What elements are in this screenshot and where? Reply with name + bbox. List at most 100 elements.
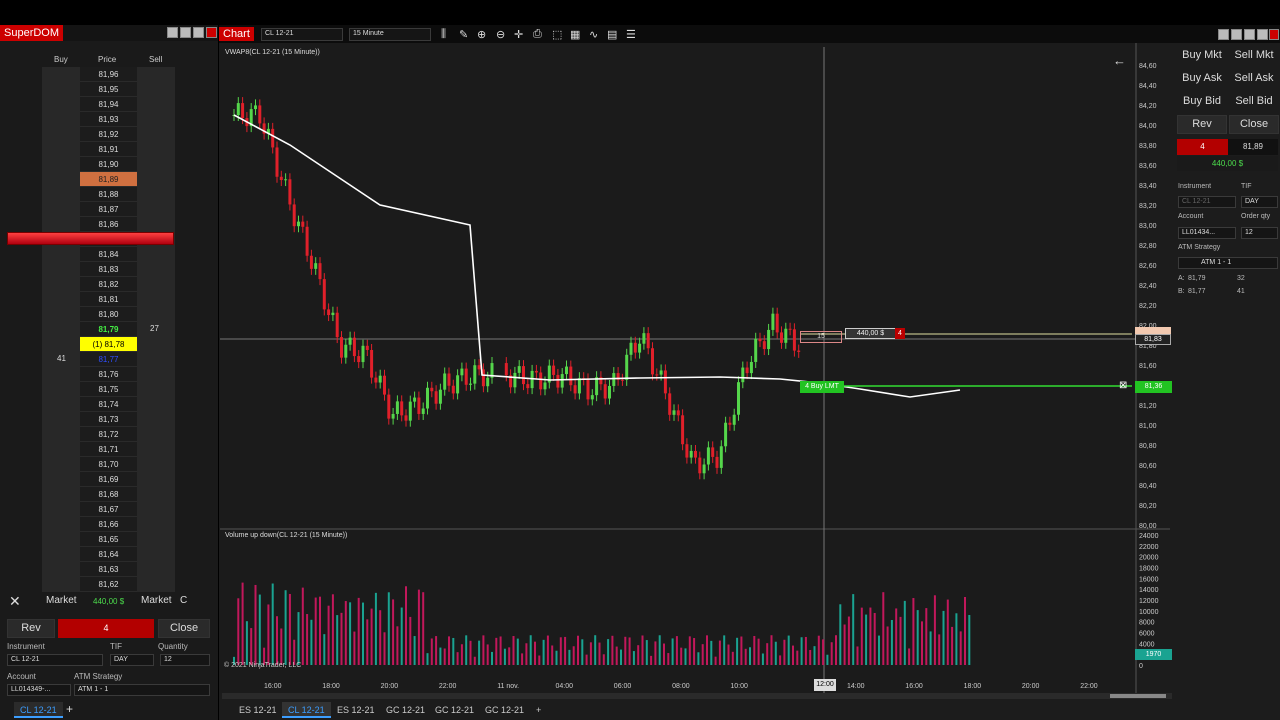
chart-tab[interactable]: GC 12-21 [380, 702, 431, 718]
price-ladder-row[interactable]: 81,73 [80, 412, 137, 427]
dom-add-tab-button[interactable]: + [66, 702, 73, 716]
chart-tab[interactable]: ES 12-21 [331, 702, 381, 718]
buy-market-button[interactable]: Buy Mkt [1177, 47, 1227, 66]
buy-bid-button[interactable]: Buy Bid [1177, 93, 1227, 112]
order-marker-bar[interactable] [7, 232, 174, 245]
price-ladder-row[interactable]: 81,66 [80, 517, 137, 532]
chart-tab[interactable]: CL 12-21 [282, 702, 331, 718]
price-ladder-row[interactable]: 81,77 [80, 352, 137, 367]
indicators-icon[interactable]: ∿ [589, 28, 598, 41]
chart-interval-select[interactable]: 15 Minute [349, 28, 431, 41]
chart-restore-icon[interactable] [1231, 29, 1242, 40]
sell-market-button[interactable]: Sell Mkt [1229, 47, 1279, 66]
price-ladder-row[interactable]: 81,74 [80, 397, 137, 412]
volume-bar [727, 644, 730, 665]
price-ladder-row[interactable]: 81,76 [80, 367, 137, 382]
price-ladder-row[interactable]: 81,90 [80, 157, 137, 172]
chart-instrument-select[interactable]: CL 12-21 [261, 28, 343, 41]
properties-icon[interactable]: ⬚ [552, 28, 562, 41]
zoom-in-icon[interactable]: ⊕ [477, 28, 486, 41]
price-ladder-row[interactable]: 81,63 [80, 562, 137, 577]
price-ladder-row[interactable]: 81,79 [80, 322, 137, 337]
horizontal-scrollbar[interactable] [222, 693, 1172, 699]
bar-type-icon[interactable]: ⫼ [441, 28, 446, 41]
price-ladder-row[interactable]: 81,95 [80, 82, 137, 97]
order-cancel-icon[interactable]: ⊠ [1119, 380, 1127, 391]
templates-icon[interactable]: ▦ [570, 28, 580, 41]
close-position-button[interactable]: Close [1229, 115, 1279, 134]
price-ladder-row[interactable]: 81,68 [80, 487, 137, 502]
op-account-select[interactable]: LL01434... [1178, 227, 1236, 239]
chart-canvas[interactable]: 84,60 84,40 84,20 84,00 83,80 83,60 83,40 83,20… [220, 43, 1180, 705]
buy-ask-button[interactable]: Buy Ask [1177, 70, 1227, 89]
dom-account-select[interactable]: LL014349-... [7, 684, 71, 696]
price-ladder-row[interactable]: 81,92 [80, 127, 137, 142]
price-ladder-row[interactable]: 81,65 [80, 532, 137, 547]
chart-tab[interactable]: GC 12-21 [479, 702, 530, 718]
dom-tif-select[interactable]: DAY [110, 654, 154, 666]
chart-tab[interactable]: GC 12-21 [429, 702, 480, 718]
buy-limit-order-tag[interactable]: 4 Buy LMT [800, 381, 844, 393]
price-ladder-row[interactable]: 81,81 [80, 292, 137, 307]
market-left[interactable]: Market [46, 595, 77, 606]
dom-quantity-field[interactable]: 12 [160, 654, 210, 666]
price-ladder[interactable]: 81,96 81,95 81,94 81,93 81,92 81,91 81,90 81,89… [80, 67, 137, 592]
op-order-qty-field[interactable]: 12 [1241, 227, 1278, 239]
crosshair-icon[interactable]: ✛ [514, 28, 523, 41]
dom-close-button[interactable]: Close [158, 619, 210, 638]
price-ladder-row[interactable]: 81,91 [80, 142, 137, 157]
op-atm-select[interactable]: ATM 1 - 1 [1178, 257, 1278, 269]
maximize-icon[interactable] [193, 27, 204, 38]
price-ladder-row[interactable]: 81,75 [80, 382, 137, 397]
price-ladder-row[interactable]: 81,86 [80, 217, 137, 232]
restore-icon[interactable] [180, 27, 191, 38]
dom-rev-button[interactable]: Rev [7, 619, 55, 638]
price-ladder-row[interactable]: 81,64 [80, 547, 137, 562]
price-ladder-row[interactable]: 81,80 [80, 307, 137, 322]
dom-tab-active[interactable]: CL 12-21 [14, 702, 63, 718]
dom-close-x-icon[interactable]: ✕ [9, 593, 21, 610]
price-ladder-row[interactable]: 81,96 [80, 67, 137, 82]
time-tick-label: 10:00 [730, 683, 748, 690]
price-ladder-row[interactable]: 81,89 [80, 172, 137, 187]
chart-maximize-icon[interactable] [1244, 29, 1255, 40]
data-box-icon[interactable]: ⎙ [533, 28, 542, 41]
price-ladder-row[interactable]: 81,69 [80, 472, 137, 487]
zoom-out-icon[interactable]: ⊖ [496, 28, 505, 41]
price-ladder-row[interactable]: 81,82 [80, 277, 137, 292]
market-right[interactable]: Market [141, 595, 172, 606]
reverse-button[interactable]: Rev [1177, 115, 1227, 134]
price-ladder-row[interactable]: 81,83 [80, 262, 137, 277]
list-icon[interactable]: ☰ [626, 28, 636, 41]
minimize-icon[interactable] [167, 27, 178, 38]
price-ladder-row[interactable]: 81,93 [80, 112, 137, 127]
price-ladder-row[interactable]: 81,70 [80, 457, 137, 472]
dom-instrument-select[interactable]: CL 12-21 [7, 654, 103, 666]
op-tif-select[interactable]: DAY [1241, 196, 1278, 208]
price-ladder-row[interactable]: 81,72 [80, 427, 137, 442]
price-ladder-row[interactable]: 81,67 [80, 502, 137, 517]
sell-bid-button[interactable]: Sell Bid [1229, 93, 1279, 112]
price-ladder-row[interactable]: (1) 81,78 [80, 337, 137, 352]
price-ladder-row[interactable]: 81,87 [80, 202, 137, 217]
stop-tag[interactable]: 15 [800, 331, 842, 343]
chart-extra-icon[interactable] [1257, 29, 1268, 40]
sell-ask-button[interactable]: Sell Ask [1229, 70, 1279, 89]
price-ladder-row[interactable]: 81,88 [80, 187, 137, 202]
price-ladder-row[interactable]: 81,62 [80, 577, 137, 592]
chart-tab[interactable]: ES 12-21 [233, 702, 283, 718]
price-ladder-row[interactable]: 81,84 [80, 247, 137, 262]
op-instrument-select[interactable]: CL 12-21 [1178, 196, 1236, 208]
back-arrow-icon[interactable]: ← [1113, 53, 1126, 68]
price-ladder-row[interactable]: 81,71 [80, 442, 137, 457]
add-chart-tab-button[interactable]: + [530, 702, 547, 718]
strategies-icon[interactable]: ▤ [607, 28, 617, 41]
close-window-icon[interactable] [206, 27, 217, 38]
dom-c-button[interactable]: C [180, 595, 187, 606]
dom-atm-select[interactable]: ATM 1 - 1 [74, 684, 210, 696]
price-ladder-row[interactable]: 81,94 [80, 97, 137, 112]
buy-column[interactable] [42, 67, 80, 592]
chart-minimize-icon[interactable] [1218, 29, 1229, 40]
pencil-icon[interactable]: ✎ [459, 28, 468, 41]
chart-close-icon[interactable] [1269, 29, 1279, 40]
